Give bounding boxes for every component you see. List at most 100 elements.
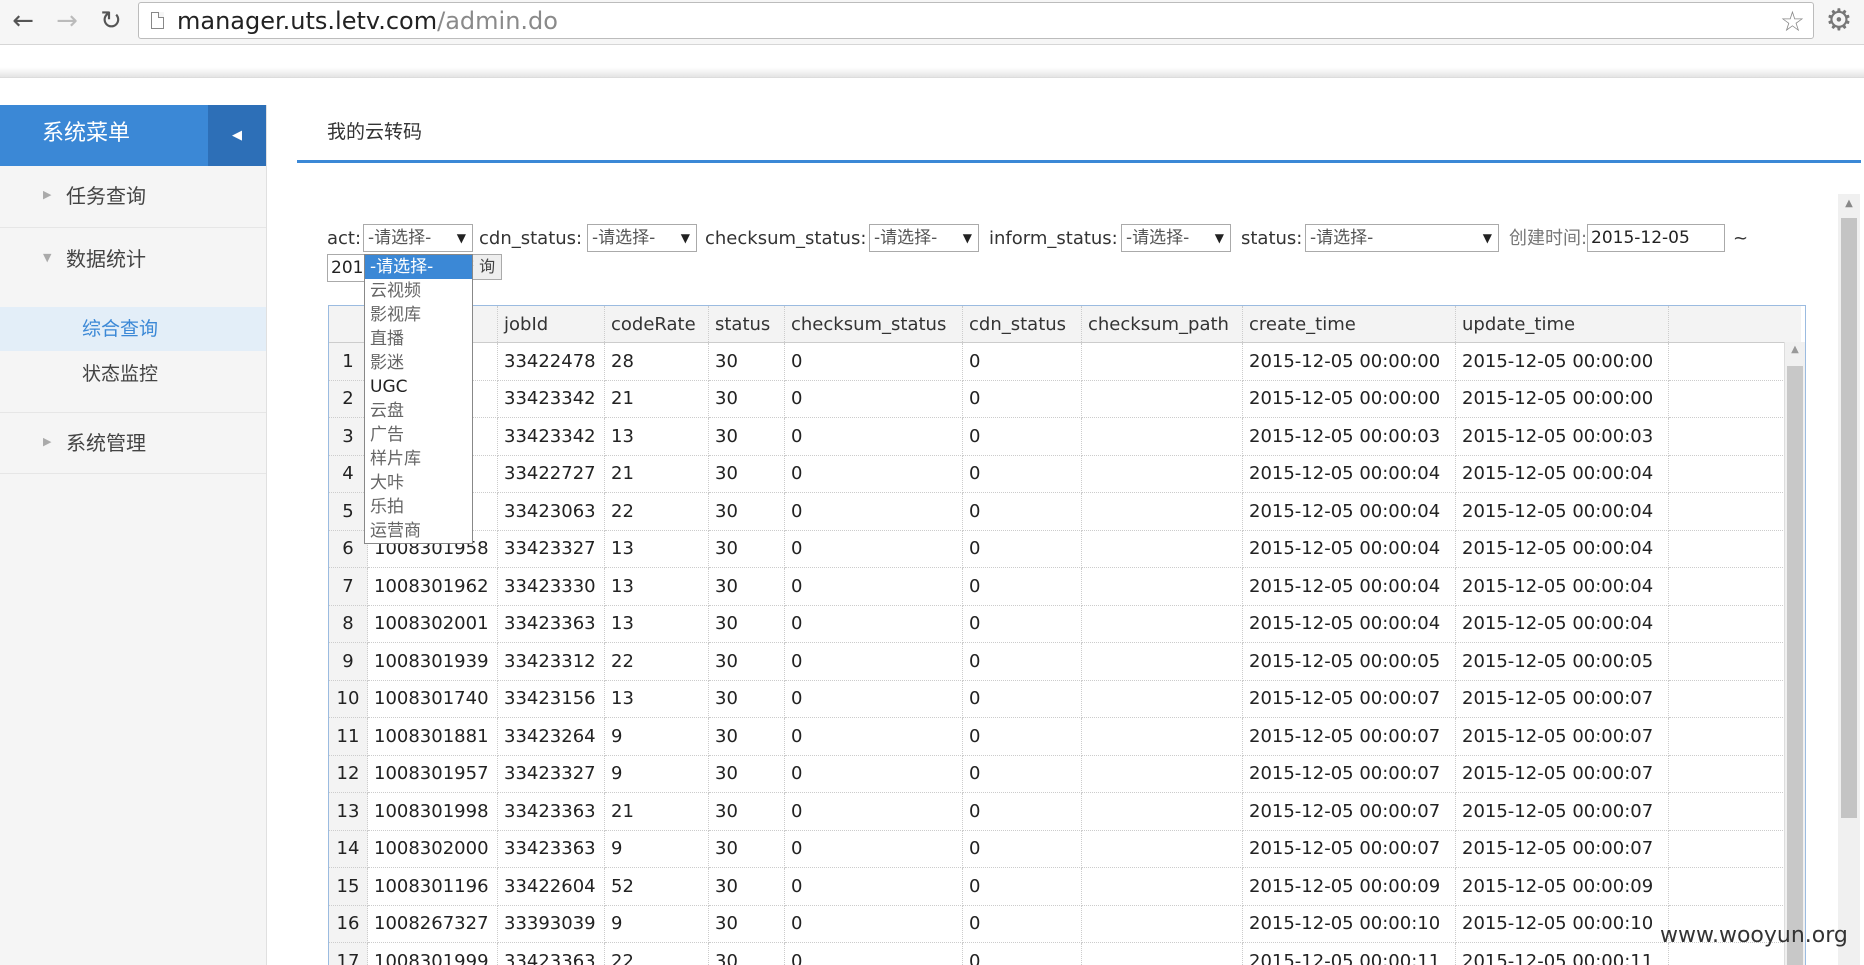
scroll-up-icon[interactable]: ▲ (1838, 198, 1860, 209)
sidebar-item-statistics[interactable]: ▼ 数据统计 (0, 229, 266, 291)
dropdown-option[interactable]: 云盘 (365, 399, 472, 423)
table-cell: 0 (784, 342, 963, 381)
row-number-cell: 7 (329, 567, 368, 606)
table-filler-cell (1668, 380, 1801, 418)
row-number-cell: 15 (329, 867, 368, 906)
dropdown-option[interactable]: 大咔 (365, 471, 472, 495)
table-cell: 2015-12-05 00:00:04 (1242, 455, 1456, 493)
column-header-jobid[interactable]: jobId (497, 306, 605, 343)
table-row[interactable]: 16 1008267327 33393039 9 30 0 0 2015-12-05 00:0… (329, 905, 1801, 943)
table-cell: 2015-12-05 00:00:09 (1242, 867, 1456, 906)
sidebar-item-task-query[interactable]: ▶ 任务查询 (0, 166, 266, 228)
table-row[interactable]: 12 1008301957 33423327 9 30 0 0 2015-12-05 00:0… (329, 755, 1801, 793)
table-row[interactable]: 11 1008301881 33423264 9 30 0 0 2015-12-05 00:0… (329, 717, 1801, 756)
table-row[interactable]: 377334233421330002015-12-05 00:00:032015… (329, 417, 1801, 456)
table-row[interactable]: 14 1008302000 33423363 9 30 0 0 2015-12-05 00:0… (329, 830, 1801, 868)
table-cell: 0 (962, 380, 1082, 418)
table-cell: 1008267327 (367, 905, 498, 943)
table-cell: 33422478 (497, 342, 605, 381)
cdn-status-select[interactable]: -请选择- ▼ (587, 224, 697, 252)
dropdown-option[interactable]: 运营商 (365, 519, 472, 543)
table-cell: 2015-12-05 00:00:10 (1242, 905, 1456, 943)
status-select[interactable]: -请选择- ▼ (1305, 224, 1499, 252)
grid-scrollbar[interactable]: ▲ (1784, 342, 1805, 965)
table-row[interactable]: 7 1008301962 33423330 13 30 0 0 2015-12-05 00:0… (329, 567, 1801, 606)
table-cell (1081, 680, 1243, 718)
table-row[interactable]: 562334230632230002015-12-05 00:00:042015… (329, 492, 1801, 531)
table-cell (1081, 717, 1243, 756)
table-cell: 0 (962, 830, 1082, 868)
url-text[interactable]: manager.uts.letv.com/admin.do (177, 7, 558, 35)
browser-menu-icon[interactable]: ⚙ (1822, 4, 1856, 38)
table-cell: 0 (784, 942, 963, 965)
sidebar-subitem-label: 综合查询 (82, 318, 159, 340)
table-row[interactable]: 195334224782830002015-12-05 00:00:002015… (329, 342, 1801, 381)
table-cell: 33422604 (497, 867, 605, 906)
column-header-checksum-path[interactable]: checksum_path (1081, 306, 1243, 343)
back-icon[interactable]: ← (8, 6, 38, 36)
page-scrollbar-thumb[interactable] (1841, 218, 1857, 818)
dropdown-option[interactable]: 直播 (365, 327, 472, 351)
bookmark-star-icon[interactable]: ☆ (1780, 5, 1805, 38)
dropdown-option[interactable]: 影视库 (365, 303, 472, 327)
table-filler-cell (1668, 492, 1801, 531)
dropdown-option[interactable]: 云视频 (365, 279, 472, 303)
forward-icon[interactable]: → (52, 6, 82, 36)
sidebar-item-system-admin[interactable]: ▶ 系统管理 (0, 412, 266, 474)
created-from-input[interactable]: 2015-12-05 (1587, 224, 1725, 252)
sidebar-subitem-overall-query[interactable]: 综合查询 (0, 307, 266, 351)
table-cell: 2015-12-05 00:00:07 (1242, 717, 1456, 756)
page-scrollbar[interactable]: ▲ (1838, 194, 1860, 965)
sidebar-item-label: 任务查询 (66, 184, 146, 208)
table-row[interactable]: 15 1008301196 33422604 52 30 0 0 2015-12-05 00:… (329, 867, 1801, 906)
table-cell: 0 (962, 792, 1082, 831)
column-header-update-time[interactable]: update_time (1455, 306, 1669, 343)
table-row[interactable]: 9 1008301939 33423312 22 30 0 0 2015-12-05 00:0… (329, 642, 1801, 681)
table-filler-cell (1668, 567, 1801, 606)
reload-icon[interactable]: ↻ (96, 6, 126, 36)
address-bar[interactable]: manager.uts.letv.com/admin.do ☆ (138, 2, 1814, 39)
sidebar-collapse-button[interactable]: ◀ (208, 105, 266, 166)
table-row[interactable]: 400334227272130002015-12-05 00:00:042015… (329, 455, 1801, 493)
row-number-cell: 16 (329, 905, 368, 943)
url-path: /admin.do (437, 7, 558, 35)
dropdown-option[interactable]: 样片库 (365, 447, 472, 471)
table-cell: 2015-12-05 00:00:07 (1242, 755, 1456, 793)
table-row[interactable]: 17 1008301999 33423363 22 30 0 0 2015-12-05 00:… (329, 942, 1801, 965)
column-header-cdn-status[interactable]: cdn_status (962, 306, 1082, 343)
table-cell: 2015-12-05 00:00:04 (1242, 567, 1456, 606)
column-header-status[interactable]: status (708, 306, 785, 343)
table-cell: 0 (962, 342, 1082, 381)
table-cell: 9 (604, 830, 709, 868)
act-select[interactable]: -请选择- ▼ (363, 224, 473, 252)
table-cell: 2015-12-05 00:00:04 (1455, 492, 1669, 531)
dropdown-option[interactable]: 乐拍 (365, 495, 472, 519)
sidebar-subitem-status-monitor[interactable]: 状态监控 (0, 352, 266, 396)
table-cell (1081, 530, 1243, 568)
act-select-value: -请选择- (368, 228, 432, 248)
table-row[interactable]: 274334233422130002015-12-05 00:00:002015… (329, 380, 1801, 418)
grid-scrollbar-thumb[interactable] (1787, 366, 1803, 965)
column-header-create-time[interactable]: create_time (1242, 306, 1456, 343)
table-cell: 33423330 (497, 567, 605, 606)
table-cell (1081, 567, 1243, 606)
dropdown-option[interactable]: -请选择- (365, 255, 472, 279)
dropdown-option[interactable]: 影迷 (365, 351, 472, 375)
scroll-up-icon[interactable]: ▲ (1785, 344, 1805, 355)
table-cell: 0 (962, 680, 1082, 718)
table-cell (1081, 492, 1243, 531)
dropdown-option[interactable]: UGC (365, 375, 472, 399)
column-header-coderate[interactable]: codeRate (604, 306, 709, 343)
range-separator: ~ (1733, 228, 1749, 249)
table-row[interactable]: 8 1008302001 33423363 13 30 0 0 2015-12-05 00:0… (329, 605, 1801, 643)
table-row[interactable]: 6 1008301958 33423327 13 30 0 0 2015-12-05 00:0… (329, 530, 1801, 568)
dropdown-option[interactable]: 广告 (365, 423, 472, 447)
column-header-checksum-status[interactable]: checksum_status (784, 306, 963, 343)
table-cell: 2015-12-05 00:00:07 (1242, 680, 1456, 718)
inform-status-select[interactable]: -请选择- ▼ (1121, 224, 1231, 252)
table-cell: 0 (784, 867, 963, 906)
table-cell (1081, 792, 1243, 831)
table-row[interactable]: 10 1008301740 33423156 13 30 0 0 2015-12-05 00:… (329, 680, 1801, 718)
checksum-status-select[interactable]: -请选择- ▼ (869, 224, 979, 252)
table-row[interactable]: 13 1008301998 33423363 21 30 0 0 2015-12-05 00:… (329, 792, 1801, 831)
